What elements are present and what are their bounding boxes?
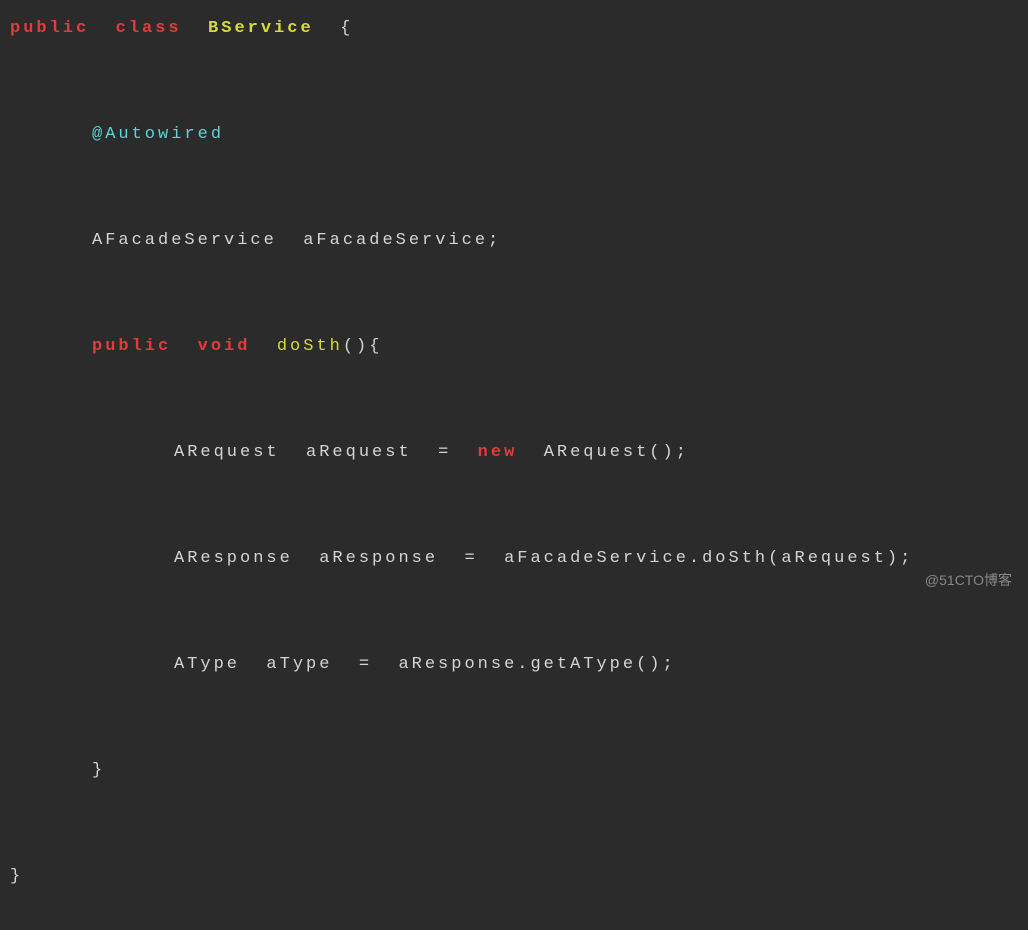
- annotation-autowired: @Autowired: [92, 125, 224, 144]
- brace-close: }: [10, 867, 23, 886]
- code-line-5: ARequest aRequest = new ARequest();: [10, 436, 1018, 470]
- var-type: ARequest: [174, 443, 280, 462]
- watermark-text: @51CTO博客: [925, 570, 1012, 590]
- equals: =: [438, 443, 451, 462]
- expression: aResponse.getAType();: [398, 655, 675, 674]
- var-name: aType: [266, 655, 332, 674]
- keyword-class: class: [116, 19, 182, 38]
- equals: =: [359, 655, 372, 674]
- equals: =: [464, 549, 477, 568]
- code-line-3: AFacadeService aFacadeService;: [10, 224, 1018, 258]
- var-type: AType: [174, 655, 240, 674]
- code-line-4: public void doSth(){: [10, 330, 1018, 364]
- brace-open: {: [340, 19, 353, 38]
- brace-close: }: [92, 761, 105, 780]
- var-name: aResponse: [319, 549, 438, 568]
- code-line-8: }: [10, 754, 1018, 788]
- keyword-void: void: [198, 337, 251, 356]
- code-block: public class BService { @Autowired AFaca…: [10, 12, 1018, 913]
- field-name: aFacadeService;: [303, 231, 501, 250]
- method-name: doSth: [277, 337, 343, 356]
- class-name: BService: [208, 19, 314, 38]
- code-line-2: @Autowired: [10, 118, 1018, 152]
- keyword-new: new: [478, 443, 518, 462]
- var-type: AResponse: [174, 549, 293, 568]
- field-type: AFacadeService: [92, 231, 277, 250]
- keyword-public: public: [10, 19, 89, 38]
- code-line-7: AType aType = aResponse.getAType();: [10, 648, 1018, 682]
- expression: aFacadeService.doSth(aRequest);: [504, 549, 913, 568]
- code-line-6: AResponse aResponse = aFacadeService.doS…: [10, 542, 1018, 576]
- code-line-1: public class BService {: [10, 12, 1018, 46]
- method-parens: (){: [343, 337, 383, 356]
- keyword-public: public: [92, 337, 171, 356]
- code-line-9: }: [10, 860, 1018, 894]
- constructor-call: ARequest();: [544, 443, 689, 462]
- var-name: aRequest: [306, 443, 412, 462]
